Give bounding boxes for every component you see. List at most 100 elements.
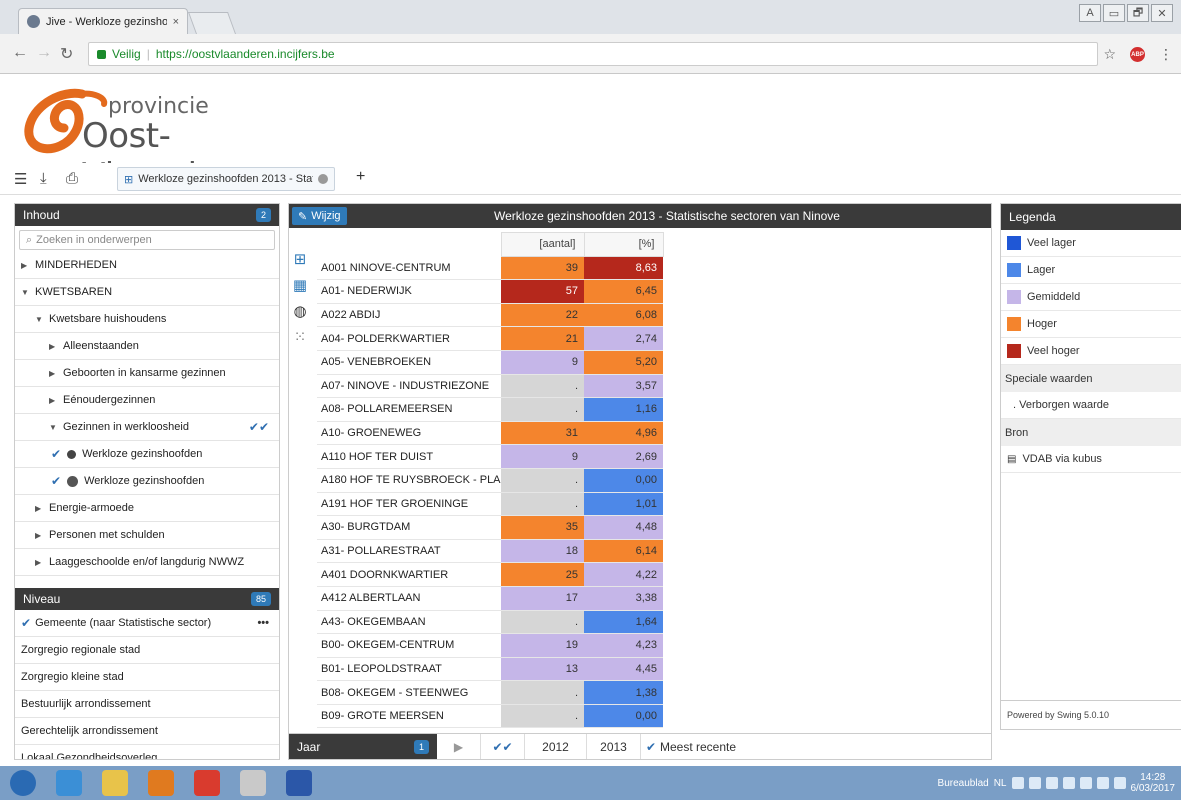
tree-item[interactable]: ▼ Kwetsbare huishoudens <box>15 306 279 333</box>
play-button[interactable]: ▶ <box>437 733 481 759</box>
topic-search-input[interactable]: ⌕ Zoeken in onderwerpen <box>19 230 275 250</box>
tree-item[interactable]: ▶ Energie-armoede <box>15 495 279 522</box>
menu-dots-icon[interactable]: ⋮ <box>1159 46 1173 63</box>
close-tab-icon[interactable]: × <box>173 16 179 28</box>
acrobat-app[interactable] <box>230 767 276 799</box>
maximize-button[interactable]: 🗗 <box>1127 4 1149 22</box>
niveau-item[interactable]: Zorgregio kleine stad <box>15 664 279 691</box>
document-tab[interactable]: ⊞ Werkloze gezinshoofden 2013 - Statisti… <box>117 167 335 191</box>
download-icon[interactable]: ⤓ <box>40 170 47 187</box>
tray-icon[interactable] <box>1096 777 1109 789</box>
table-row[interactable]: A08- POLLAREMEERSEN. 1,16 <box>317 397 663 422</box>
address-bar[interactable]: Veilig | https://oostvlaanderen.incijfer… <box>88 42 1098 66</box>
percent-column-header[interactable]: [%] <box>583 232 664 257</box>
volume-icon[interactable] <box>1113 777 1126 789</box>
print-icon[interactable]: ⎙ <box>66 170 78 187</box>
niveau-item[interactable]: ✔ Gemeente (naar Statistische sector) ••• <box>15 610 279 637</box>
adblock-icon[interactable]: ABP <box>1130 47 1145 62</box>
sector-label: A01- NEDERWIJK <box>317 279 501 304</box>
clock[interactable]: 14:28 6/03/2017 <box>1131 772 1176 794</box>
windows-taskbar: Bureaublad NL 14:28 6/03/2017 <box>0 766 1181 800</box>
niveau-item[interactable]: Lokaal Gezondheidsoverleg <box>15 745 279 759</box>
minimize-button[interactable]: ▭ <box>1103 4 1125 22</box>
table-row[interactable]: A001 NINOVE-CENTRUM 39 8,63 <box>317 256 663 281</box>
table-row[interactable]: B09- GROTE MEERSEN. 0,00 <box>317 704 663 729</box>
tree-item[interactable]: ✔ Werkloze gezinshoofden <box>15 468 279 495</box>
table-row[interactable]: A191 HOF TER GROENINGE. 1,01 <box>317 492 663 517</box>
tree-item[interactable]: ▶ Geboorten in kansarme gezinnen <box>15 360 279 387</box>
tree-item[interactable]: ▶ Personen met schulden <box>15 522 279 549</box>
user-icon[interactable]: A <box>1079 4 1101 22</box>
table-row[interactable]: A022 ABDIJ 22 6,08 <box>317 303 663 328</box>
tree-item[interactable]: ▶ Alleenstaanden <box>15 333 279 360</box>
tree-item[interactable]: ▶ Eénoudergezinnen <box>15 387 279 414</box>
table-row[interactable]: A31- POLLARESTRAAT 18 6,14 <box>317 539 663 564</box>
year-2013[interactable]: 2013 <box>587 733 641 759</box>
most-recent-option[interactable]: ✔ Meest recente <box>641 734 741 760</box>
table-row[interactable]: B01- LEOPOLDSTRAAT 13 4,45 <box>317 657 663 682</box>
caret-right-icon: ▶ <box>49 341 56 351</box>
tray-icon[interactable] <box>1079 777 1092 789</box>
niveau-item[interactable]: Zorgregio regionale stad <box>15 637 279 664</box>
year-2012[interactable]: 2012 <box>525 733 587 759</box>
tree-item[interactable]: ✔ Werkloze gezinshoofden <box>15 441 279 468</box>
table-row[interactable]: A04- POLDERKWARTIER 21 2,74 <box>317 326 663 351</box>
tree-item[interactable]: ▼ KWETSBAREN <box>15 279 279 306</box>
label-column-header <box>317 232 501 257</box>
powered-by[interactable]: Powered by Swing 5.0.10 <box>1000 700 1181 730</box>
sector-label: A001 NINOVE-CENTRUM <box>317 256 501 281</box>
tray-icon[interactable] <box>1028 777 1041 789</box>
table-row[interactable]: A30- BURGTDAM 35 4,48 <box>317 515 663 540</box>
table-row[interactable]: A07- NINOVE - INDUSTRIEZONE. 3,57 <box>317 374 663 399</box>
table-row[interactable]: A110 HOF TER DUIST 9 2,69 <box>317 444 663 469</box>
scatter-view-icon[interactable]: ⁙ <box>291 328 309 346</box>
reload-icon[interactable]: ↻ <box>60 44 73 64</box>
niveau-item[interactable]: Gerechtelijk arrondissement <box>15 718 279 745</box>
tree-item[interactable]: ▶ MINDERHEDEN <box>15 252 279 279</box>
count-column-header[interactable]: [aantal] <box>500 232 585 257</box>
table-row[interactable]: A180 HOF TE RUYSBROECK - PLASVE....0,00 <box>317 468 663 493</box>
close-document-icon[interactable] <box>318 174 328 184</box>
table-row[interactable]: A10- GROENEWEG 31 4,96 <box>317 421 663 446</box>
tree-item[interactable]: ▶ Laaggeschoolde en/of langdurig NWWZ <box>15 549 279 576</box>
browser-tab[interactable]: Jive - Werkloze gezinsho × <box>18 8 188 34</box>
explorer-app[interactable] <box>92 767 138 799</box>
table-row[interactable]: A01- NEDERWIJK 57 6,45 <box>317 279 663 304</box>
ie-app[interactable] <box>46 767 92 799</box>
word-app[interactable] <box>276 767 322 799</box>
tray-icon[interactable] <box>1011 777 1024 789</box>
niveau-item[interactable]: Bestuurlijk arrondissement <box>15 691 279 718</box>
table-row[interactable]: A43- OKEGEMBAAN. 1,64 <box>317 610 663 635</box>
table-row[interactable]: A412 ALBERTLAAN 17 3,38 <box>317 586 663 611</box>
edit-button[interactable]: ✎ Wijzig <box>292 207 347 225</box>
back-arrow-icon[interactable]: ← <box>12 44 28 62</box>
close-window-button[interactable]: ✕ <box>1151 4 1173 22</box>
new-tab-button[interactable] <box>187 12 237 34</box>
tray-icon[interactable] <box>1062 777 1075 789</box>
table-row[interactable]: A05- VENEBROEKEN 9 5,20 <box>317 350 663 375</box>
hamburger-menu-icon[interactable]: ☰ <box>14 170 27 188</box>
tree-item[interactable]: ▼ Gezinnen in werkloosheid ✔✔ <box>15 414 279 441</box>
table-row[interactable]: A401 DOORNKWARTIER 25 4,22 <box>317 562 663 587</box>
outlook-app[interactable] <box>138 767 184 799</box>
caret-down-icon: ▼ <box>49 422 57 432</box>
table-row[interactable]: B08- OKEGEM - STEENWEG. 1,38 <box>317 680 663 705</box>
most-recent-label: Meest recente <box>660 739 737 754</box>
more-icon[interactable]: ••• <box>257 617 269 629</box>
desktop-label[interactable]: Bureaublad <box>938 778 989 789</box>
table-row[interactable]: B00- OKEGEM-CENTRUM 19 4,23 <box>317 633 663 658</box>
select-all-icon[interactable]: ✔✔ <box>481 733 525 759</box>
map-view-icon[interactable]: ◍ <box>291 302 309 320</box>
edit-icon: ✎ <box>298 210 308 223</box>
start-button[interactable] <box>0 767 46 799</box>
add-tab-button[interactable]: + <box>356 168 365 186</box>
language-label[interactable]: NL <box>994 778 1007 789</box>
table-view-icon[interactable]: ⊞ <box>291 250 309 268</box>
province-logo[interactable]: provincie Oost-Vlaanderen <box>22 88 342 196</box>
tray-icon[interactable] <box>1045 777 1058 789</box>
source-item[interactable]: ▤ VDAB via kubus <box>1001 446 1181 473</box>
chrome-app[interactable] <box>184 767 230 799</box>
chart-view-icon[interactable]: ▦ <box>291 276 309 294</box>
star-icon[interactable]: ☆ <box>1103 46 1116 63</box>
forward-arrow-icon[interactable]: → <box>36 44 52 62</box>
